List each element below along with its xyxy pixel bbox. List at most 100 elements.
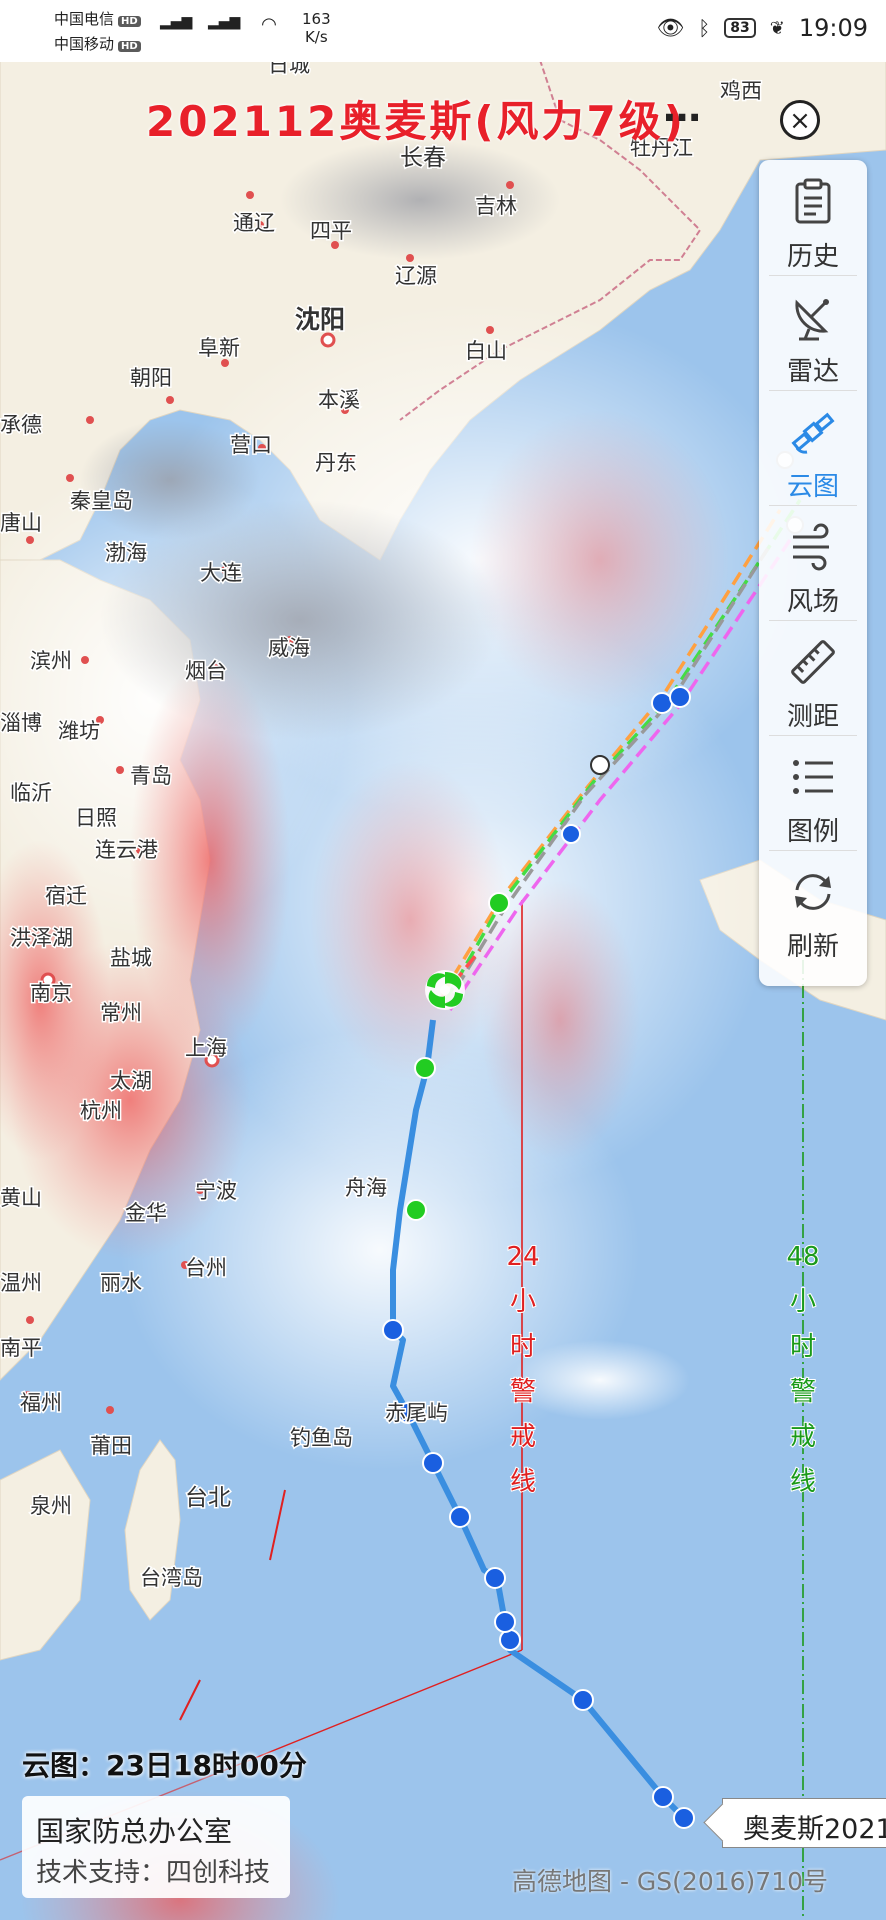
panel-item-wind[interactable]: 风场: [759, 505, 867, 620]
city-label: 莆田: [90, 1434, 132, 1458]
forecast-point: [669, 686, 691, 708]
net-speed-value: 163: [302, 10, 331, 28]
cloud-time-label: 云图：23日18时00分: [22, 1749, 307, 1782]
city-label: 洪泽湖: [10, 926, 73, 950]
city-label: 烟台: [185, 659, 227, 683]
panel-item-label: 雷达: [786, 357, 839, 387]
carrier-1-label: 中国电信: [54, 10, 115, 28]
panel-item-cloud[interactable]: 云图: [759, 390, 867, 505]
city-label: 杭州: [80, 1099, 122, 1123]
typhoon-name-callout[interactable]: 奥麦斯2021: [703, 1798, 886, 1848]
warn24-char: 线: [510, 1467, 536, 1497]
city-label: 南京: [30, 981, 72, 1005]
city-label: 威海: [268, 636, 310, 660]
city-label: 本溪: [318, 388, 360, 412]
track-point: [652, 1786, 674, 1808]
close-button[interactable]: ×: [780, 100, 820, 140]
track-point: [449, 1506, 471, 1528]
track-point: [499, 1629, 521, 1651]
battery-icon: 83: [724, 18, 756, 38]
city-label: 渤海: [105, 541, 147, 565]
city-label: 福州: [20, 1391, 62, 1415]
bluetooth-icon: ᛒ: [698, 16, 711, 40]
panel-item-label: 刷新: [786, 932, 839, 962]
city-label: 吉林: [475, 194, 517, 218]
warn24-char: 小: [510, 1287, 536, 1317]
track-point: [484, 1567, 506, 1589]
city-label: 丹东: [315, 451, 357, 475]
warn48-char: 警: [790, 1377, 816, 1407]
city-label: 承德: [0, 413, 42, 437]
city-label: 淄博: [0, 711, 42, 735]
city-label: 泉州: [30, 1494, 72, 1518]
panel-item-label: 历史: [786, 242, 839, 272]
city-label: 沈阳: [295, 305, 345, 334]
track-point: [414, 1057, 436, 1079]
close-icon: ×: [789, 106, 811, 136]
leaf-icon: ❦: [769, 17, 785, 39]
city-label: 钓鱼岛: [290, 1426, 353, 1450]
city-label: 通辽: [233, 211, 275, 235]
forecast-point: [590, 755, 610, 775]
warn24-char: 警: [510, 1377, 536, 1407]
city-label: 赤尾屿: [385, 1401, 448, 1425]
panel-item-refresh[interactable]: 刷新: [759, 850, 867, 965]
panel-item-radar[interactable]: 雷达: [759, 275, 867, 390]
typhoon-map[interactable]: 日城 鸡西 长春 牡丹江 吉林 通辽 四平 辽源 沈阳 阜新 白山 朝阳 本溪 …: [0, 0, 886, 1920]
carrier-2-label: 中国移动: [54, 35, 115, 53]
track-point: [382, 1319, 404, 1341]
city-label: 上海: [185, 1036, 227, 1060]
status-bar: 中国电信 HD 中国移动 HD ▂▄▆ ▂▄▆ ◠ 163 K/s 👁 ᛒ 83 ❦…: [0, 0, 886, 62]
city-label: 大连: [200, 561, 242, 585]
eye-icon: 👁: [656, 15, 685, 41]
org-info-card: 国家防总办公室 技术支持：四创科技: [22, 1796, 290, 1898]
forecast-point: [651, 692, 673, 714]
track-point: [422, 1452, 444, 1474]
city-label: 潍坊: [58, 719, 100, 743]
city-label: 丽水: [100, 1271, 142, 1295]
clipboard-icon: [795, 178, 831, 224]
track-point: [494, 1611, 516, 1633]
warn48-char: 线: [790, 1467, 816, 1497]
wifi-icon: ◠: [262, 14, 276, 35]
panel-item-legend[interactable]: 图例: [759, 735, 867, 850]
status-right: 👁 ᛒ 83 ❦ 19:09: [656, 14, 868, 42]
warn48-char: 小: [790, 1287, 816, 1317]
city-label: 太湖: [110, 1069, 152, 1093]
more-menu-button[interactable]: …: [663, 86, 703, 130]
track-point: [572, 1689, 594, 1711]
satellite-icon: [791, 412, 835, 454]
warn24-char: 戒: [510, 1422, 536, 1452]
hd-badge: HD: [118, 41, 141, 52]
tech-support: 技术支持：四创科技: [36, 1858, 271, 1888]
net-speed: 163 K/s: [302, 10, 331, 46]
city-label: 四平: [310, 219, 352, 243]
typhoon-title: 202112奥麦斯(风力7级): [146, 97, 686, 146]
tool-panel: 历史 雷达 云图 风场 测距 图例 刷新: [759, 160, 867, 986]
panel-item-history[interactable]: 历史: [759, 160, 867, 275]
carrier-2: 中国移动 HD: [54, 33, 141, 54]
city-label: 唐山: [0, 511, 42, 535]
list-icon: [793, 760, 833, 794]
warn48-char: 48: [786, 1242, 819, 1272]
city-label: 常州: [100, 1001, 142, 1025]
panel-item-label: 测距: [786, 702, 839, 732]
city-label: 台北: [185, 1485, 231, 1511]
map-credit: 高德地图 - GS(2016)710号: [512, 1867, 829, 1896]
ruler-icon: [791, 640, 835, 684]
track-point: [673, 1807, 695, 1829]
city-label: 台湾岛: [140, 1566, 203, 1590]
city-label: 黄山: [0, 1186, 42, 1210]
panel-item-measure[interactable]: 测距: [759, 620, 867, 735]
panel-item-label: 云图: [786, 472, 839, 502]
city-label: 营口: [230, 433, 272, 457]
forecast-point: [561, 824, 581, 844]
net-speed-unit: K/s: [304, 28, 328, 46]
wind-icon: [793, 523, 829, 571]
carrier-1: 中国电信 HD: [54, 8, 141, 29]
city-label: 宁波: [195, 1179, 237, 1203]
clock: 19:09: [798, 14, 868, 42]
org-name: 国家防总办公室: [36, 1815, 233, 1848]
hd-badge: HD: [118, 16, 141, 27]
callout-label: 奥麦斯2021: [743, 1814, 886, 1845]
